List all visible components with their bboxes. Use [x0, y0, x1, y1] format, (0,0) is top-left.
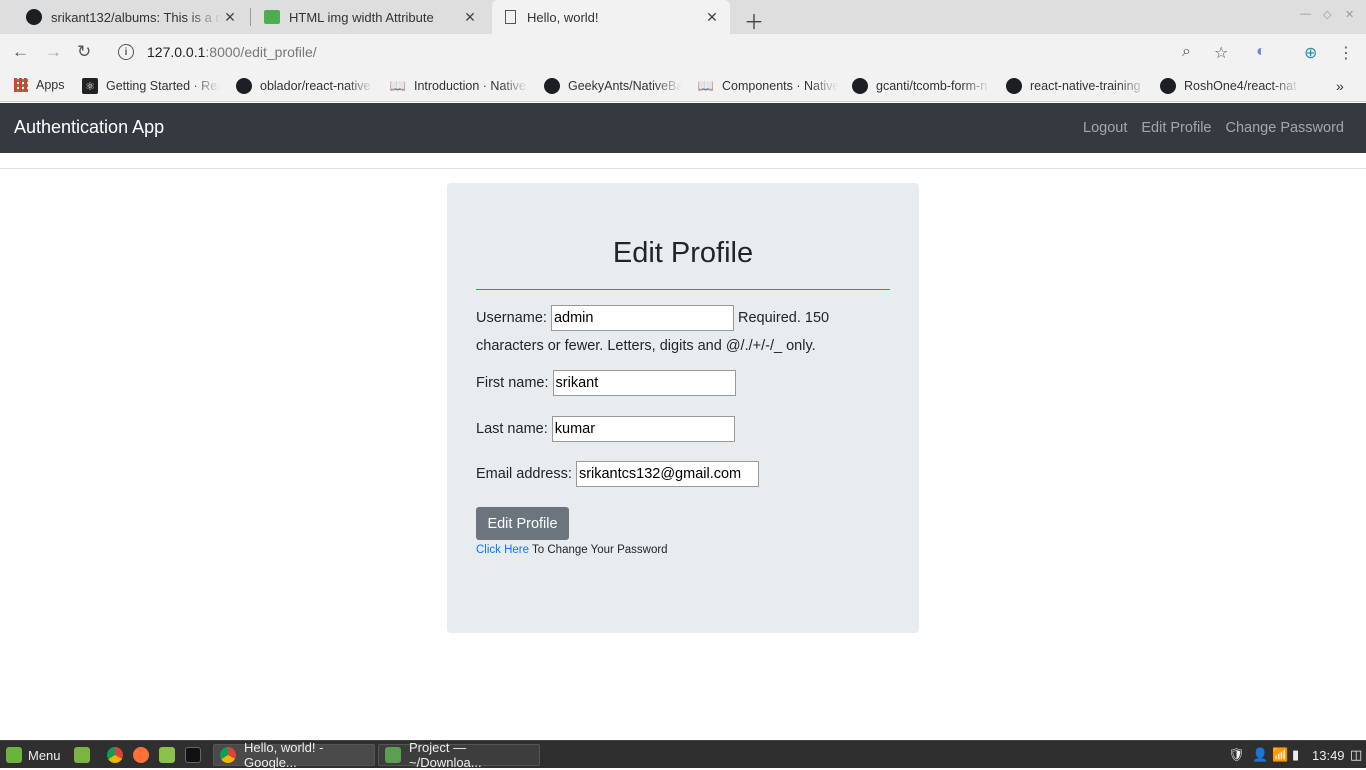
edit-profile-card: Edit Profile Username: Required. 150 cha…	[447, 183, 919, 633]
extension-icon[interactable]: ◐	[1256, 43, 1266, 61]
maximize-icon[interactable]: ◇	[1323, 8, 1331, 21]
github-icon	[1160, 78, 1176, 94]
tab-title: Hello, world!	[527, 9, 599, 25]
page-icon	[502, 9, 518, 25]
react-icon: ⚛	[82, 78, 98, 94]
firefox-launcher-icon[interactable]	[133, 744, 157, 766]
back-icon[interactable]: ←	[12, 42, 29, 62]
email-row: Email address:	[476, 460, 759, 488]
bookmarks-overflow-icon[interactable]: »	[1336, 78, 1344, 94]
github-icon	[1006, 78, 1022, 94]
heading-rule	[476, 289, 890, 290]
tab-html-img[interactable]: HTML img width Attribute ✕	[254, 0, 488, 34]
bookmark-oblador[interactable]: oblador/react-native	[236, 78, 374, 94]
chrome-icon	[220, 747, 236, 763]
close-icon[interactable]: ✕	[704, 9, 720, 26]
github-icon	[26, 9, 42, 25]
username-input[interactable]	[550, 305, 734, 332]
address-path: :8000/edit_profile/	[205, 44, 317, 60]
taskbar-window-chrome[interactable]: Hello, world! - Google...	[213, 740, 375, 770]
bookmark-introduction[interactable]: 📖 Introduction · Native	[390, 78, 528, 94]
bookmark-tcomb[interactable]: gcanti/tcomb-form-n	[852, 78, 990, 94]
tab-title: HTML img width Attribute	[289, 9, 434, 25]
page-title: Edit Profile	[612, 237, 754, 269]
change-password-text: To Change Your Password	[529, 544, 668, 556]
toolbar: ← → ↻ i 127.0.0.1:8000/edit_profile/ ⌕ ☆…	[0, 34, 1366, 70]
shield-icon[interactable]: 🛡	[1228, 744, 1245, 766]
wifi-icon[interactable]: 📶	[1272, 744, 1288, 766]
mint-logo-icon	[6, 747, 22, 763]
username-label: Username:	[476, 310, 547, 326]
change-password-line: Click Here To Change Your Password	[476, 544, 668, 556]
files-launcher-icon[interactable]	[159, 744, 183, 766]
battery-icon[interactable]: ▮	[1292, 744, 1299, 766]
taskbar: Menu Hello, world! - Google... Project —…	[0, 740, 1366, 770]
apps-grid-icon	[14, 78, 28, 92]
close-icon[interactable]: ✕	[462, 9, 478, 26]
book-icon: 📖	[390, 78, 407, 93]
github-icon	[852, 78, 868, 94]
email-input[interactable]	[575, 461, 759, 488]
last-name-input[interactable]	[551, 416, 735, 443]
email-label: Email address:	[476, 466, 572, 482]
tab-hello-world[interactable]: Hello, world! ✕	[492, 0, 730, 34]
chrome-launcher-icon[interactable]	[107, 744, 131, 766]
edit-profile-button[interactable]: Edit Profile	[476, 507, 569, 540]
app-navbar: Authentication App Logout Edit Profile C…	[0, 103, 1366, 153]
browser-chrome: srikant132/albums: This is a rea ✕ HTML …	[0, 0, 1366, 102]
w3schools-icon	[264, 9, 280, 25]
username-row: Username: Required. 150 characters or fe…	[476, 304, 866, 360]
close-icon[interactable]: ✕	[222, 9, 238, 26]
close-window-icon[interactable]: ✕	[1345, 8, 1354, 21]
bookmark-apps[interactable]: Apps	[14, 78, 65, 92]
last-name-row: Last name:	[476, 415, 735, 443]
brand-link[interactable]: Authentication App	[14, 117, 164, 138]
reload-icon[interactable]: ↻	[77, 42, 91, 62]
show-desktop-icon[interactable]	[74, 744, 98, 766]
nav-edit-profile-link[interactable]: Edit Profile	[1141, 120, 1211, 136]
nav-links: Logout Edit Profile Change Password	[1083, 120, 1344, 136]
book-icon: 📖	[698, 78, 715, 93]
change-password-link[interactable]: Click Here	[476, 544, 529, 556]
nav-logout-link[interactable]: Logout	[1083, 120, 1127, 136]
github-icon	[236, 78, 252, 94]
bookmark-components[interactable]: 📖 Components · Native	[698, 78, 838, 94]
minimize-icon[interactable]: —	[1300, 8, 1311, 20]
forward-icon[interactable]: →	[45, 42, 62, 62]
address-host: 127.0.0.1	[147, 44, 206, 60]
bookmark-roshone4[interactable]: RoshOne4/react-nat	[1160, 78, 1300, 94]
last-name-label: Last name:	[476, 421, 548, 437]
address-bar[interactable]: i 127.0.0.1:8000/edit_profile/	[108, 38, 1208, 66]
bookmark-getting-started[interactable]: ⚛ Getting Started · Rea	[82, 78, 220, 94]
terminal-launcher-icon[interactable]	[185, 744, 209, 766]
bookmark-react-native-training[interactable]: react-native-training	[1006, 78, 1146, 94]
menu-icon[interactable]: ⋮	[1338, 43, 1354, 63]
user-icon[interactable]: 👤	[1252, 744, 1268, 766]
info-icon[interactable]: i	[118, 44, 134, 60]
tab-title: srikant132/albums: This is a rea	[51, 9, 222, 25]
github-icon	[544, 78, 560, 94]
bookmarks-bar: Apps ⚛ Getting Started · Rea oblador/rea…	[0, 70, 1366, 102]
page-divider	[0, 168, 1366, 169]
bookmark-geekyants[interactable]: GeekyAnts/NativeBa	[544, 78, 682, 94]
project-icon	[385, 747, 401, 763]
tray-icon[interactable]: ◫	[1350, 744, 1362, 766]
tab-strip: srikant132/albums: This is a rea ✕ HTML …	[0, 0, 1366, 34]
tab-separator	[250, 8, 251, 26]
new-tab-button[interactable]: ＋	[744, 6, 764, 35]
first-name-row: First name:	[476, 369, 736, 397]
tab-albums[interactable]: srikant132/albums: This is a rea ✕	[16, 0, 248, 34]
start-menu-button[interactable]: Menu	[6, 744, 61, 766]
zoom-icon[interactable]: ⌕	[1182, 43, 1191, 61]
first-name-label: First name:	[476, 375, 549, 391]
nav-change-password-link[interactable]: Change Password	[1226, 120, 1345, 136]
extension-icon[interactable]: ⊕	[1304, 43, 1317, 63]
bookmark-star-icon[interactable]: ☆	[1214, 43, 1228, 63]
taskbar-window-project[interactable]: Project — ~/Downloa...	[378, 740, 540, 770]
clock[interactable]: 13:49	[1312, 744, 1345, 766]
first-name-input[interactable]	[552, 370, 736, 397]
